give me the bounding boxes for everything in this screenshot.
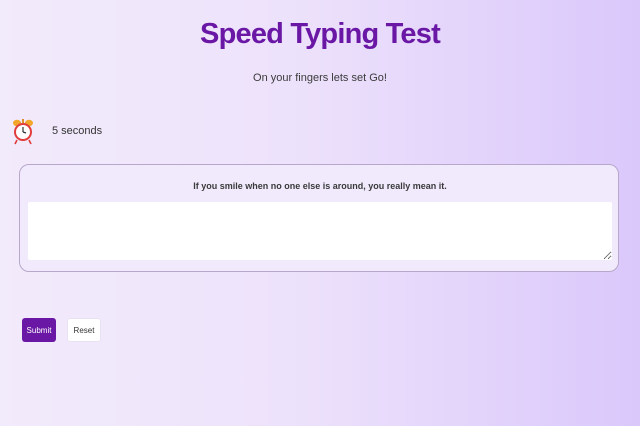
- typing-input[interactable]: [28, 202, 612, 260]
- alarm-clock-icon: [13, 119, 33, 145]
- timer-value: 5 seconds: [52, 125, 103, 137]
- reset-button[interactable]: Reset: [67, 318, 101, 342]
- typing-card: If you smile when no one else is around,…: [19, 164, 619, 272]
- submit-button[interactable]: Submit: [22, 318, 56, 342]
- timer: 5 seconds: [12, 116, 102, 146]
- page-title: Speed Typing Test: [200, 18, 441, 50]
- quote-text: If you smile when no one else is around,…: [193, 181, 447, 191]
- page-subtitle: On your fingers lets set Go!: [253, 72, 387, 84]
